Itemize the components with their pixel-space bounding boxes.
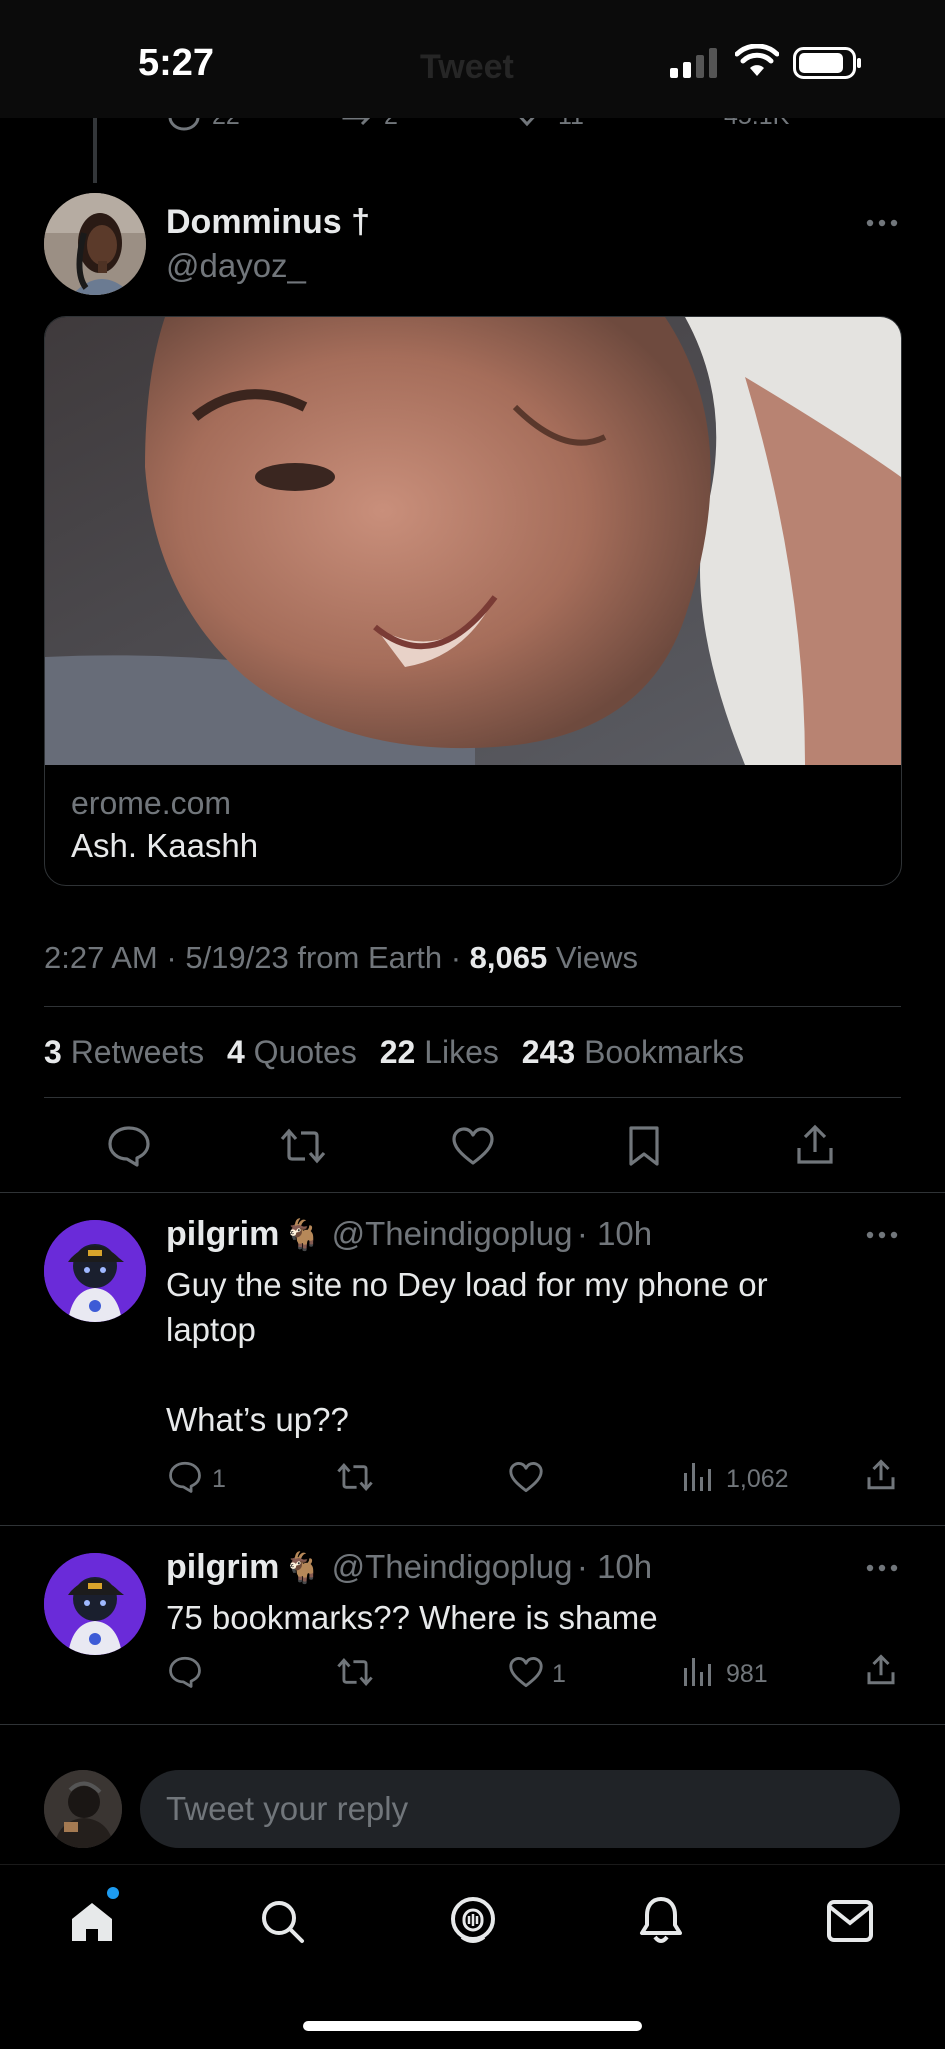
header-title: Tweet [420, 48, 514, 86]
prev-view-count: 45.1K [724, 118, 789, 131]
search-icon[interactable] [258, 1897, 306, 1945]
author-handle[interactable]: @dayoz_ [166, 247, 306, 285]
prev-reply-count: 22 [212, 118, 240, 131]
reply-icon[interactable] [107, 1125, 151, 1167]
link-card-image [45, 317, 901, 765]
thread-connector [93, 118, 97, 183]
reply-author-emoji: 🐐 [283, 1219, 322, 1252]
more-options-icon[interactable] [866, 1563, 898, 1573]
like-icon[interactable] [508, 1656, 544, 1688]
views-icon[interactable] [682, 1461, 714, 1493]
share-icon[interactable] [795, 1124, 835, 1166]
battery-icon [793, 47, 863, 79]
view-count: 981 [726, 1660, 768, 1688]
reply-text-line: laptop [166, 1311, 256, 1348]
views-icon[interactable] [682, 1656, 714, 1688]
reply-text: 75 bookmarks?? Where is shame [166, 1599, 658, 1636]
tweet-stats: 3 Retweets 4 Quotes 22 Likes 243 Bookmar… [44, 1034, 744, 1071]
tweet-meta: 2:27 AM · 5/19/23 from Earth · 8,065 Vie… [44, 940, 638, 976]
views-count: 8,065 [469, 940, 548, 975]
like-count: 1 [552, 1660, 566, 1688]
reply-composer: Tweet your reply [0, 1752, 945, 1864]
reply-text-line: Guy the site no Dey load for my phone or [166, 1266, 768, 1303]
reply-icon[interactable] [168, 118, 200, 134]
cellular-signal-icon [670, 48, 718, 78]
tweet-time: 2:27 AM [44, 940, 158, 975]
reply-time: · 10h [576, 1215, 653, 1252]
like-icon[interactable] [451, 1126, 495, 1166]
stat-likes[interactable]: 22 Likes [380, 1034, 499, 1070]
views-label[interactable]: Views [556, 940, 638, 975]
spaces-icon[interactable] [448, 1895, 498, 1947]
share-icon[interactable] [866, 1459, 896, 1491]
retweet-icon[interactable] [340, 118, 376, 132]
reply-input-placeholder: Tweet your reply [166, 1790, 409, 1827]
reply-header: pilgrim 🐐 @Theindigoplug · 10h [166, 1215, 652, 1254]
like-icon[interactable] [510, 118, 544, 130]
views-icon[interactable] [684, 118, 712, 132]
status-time: 5:27 [138, 42, 215, 84]
retweet-icon[interactable] [279, 1126, 327, 1166]
reply-count: 1 [212, 1465, 226, 1493]
stat-quotes[interactable]: 4 Quotes [227, 1034, 357, 1070]
retweet-icon[interactable] [336, 1461, 374, 1493]
reply-icon[interactable] [168, 1461, 202, 1493]
divider [44, 1006, 901, 1007]
notifications-icon[interactable] [638, 1895, 684, 1945]
view-count: 1,062 [726, 1465, 789, 1493]
author-avatar[interactable] [44, 193, 146, 295]
like-icon[interactable] [508, 1461, 544, 1493]
reply-tweet[interactable]: pilgrim 🐐 @Theindigoplug · 10h 75 bookma… [0, 1526, 945, 1726]
reply-tweet[interactable]: pilgrim 🐐 @Theindigoplug · 10h Guy the s… [0, 1193, 945, 1525]
reply-author-name[interactable]: pilgrim [166, 1215, 279, 1253]
retweet-icon[interactable] [336, 1656, 374, 1688]
messages-icon[interactable] [826, 1899, 874, 1943]
reply-author-handle[interactable]: @Theindigoplug [332, 1548, 573, 1585]
tweet-date-source: 5/19/23 from Earth [185, 940, 443, 975]
reply-time: · 10h [576, 1548, 653, 1585]
share-icon[interactable] [866, 1654, 896, 1686]
more-options-icon[interactable] [866, 218, 898, 228]
reply-text-line: What’s up?? [166, 1401, 349, 1438]
stat-bookmarks[interactable]: 243 Bookmarks [522, 1034, 744, 1070]
reply-input[interactable]: Tweet your reply [140, 1770, 900, 1848]
main-action-bar [0, 1098, 945, 1192]
stat-retweets[interactable]: 3 Retweets [44, 1034, 204, 1070]
divider [0, 1724, 945, 1725]
bookmark-icon[interactable] [627, 1125, 661, 1167]
reply-icon[interactable] [168, 1656, 202, 1688]
reply-text: Guy the site no Dey load for my phone or… [166, 1262, 886, 1442]
more-options-icon[interactable] [866, 1230, 898, 1240]
link-card-title: Ash. Kaashh [71, 827, 259, 864]
status-bar: 5:27 Tweet [0, 0, 945, 118]
link-card[interactable]: erome.com Ash. Kaashh [44, 316, 902, 886]
home-icon[interactable] [68, 1897, 116, 1945]
reply-author-emoji: 🐐 [283, 1552, 322, 1585]
notification-dot [107, 1887, 119, 1899]
meta-separator: · [166, 940, 177, 975]
prev-tweet-actions: 22 2 11 45.1K [0, 118, 945, 138]
user-avatar[interactable] [44, 1770, 122, 1848]
link-card-domain: erome.com [71, 785, 232, 821]
prev-retweet-count: 2 [384, 118, 398, 131]
meta-separator: · [450, 940, 462, 975]
reply-header: pilgrim 🐐 @Theindigoplug · 10h [166, 1548, 652, 1587]
share-icon[interactable] [866, 118, 896, 134]
reply-author-name[interactable]: pilgrim [166, 1548, 279, 1586]
tab-bar [0, 1864, 945, 2049]
reply-avatar[interactable] [44, 1553, 146, 1655]
prev-like-count: 11 [558, 118, 584, 131]
author-name[interactable]: Domminus † [166, 203, 370, 242]
reply-avatar[interactable] [44, 1220, 146, 1322]
reply-author-handle[interactable]: @Theindigoplug [332, 1215, 573, 1252]
home-indicator [303, 2021, 642, 2031]
wifi-icon [735, 44, 779, 78]
